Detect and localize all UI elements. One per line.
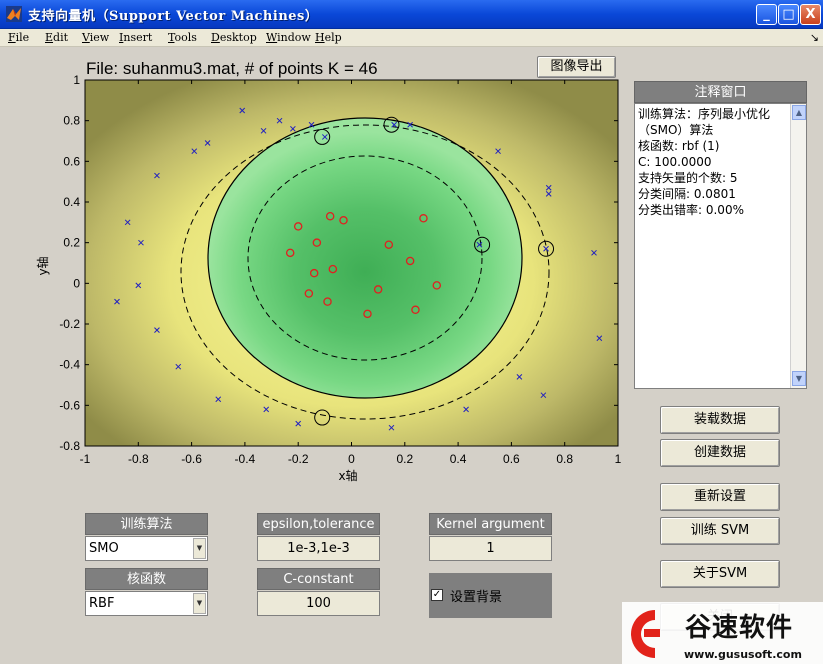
scroll-down-icon[interactable]: ▼: [792, 371, 806, 386]
y-tick-label: -0.4: [59, 358, 80, 372]
chevron-down-icon[interactable]: ▼: [193, 538, 206, 559]
annotation-line: 支持矢量的个数: 5: [638, 171, 738, 185]
annotation-line: 分类间隔: 0.0801: [638, 187, 736, 201]
scroll-up-icon[interactable]: ▲: [792, 105, 806, 120]
reset-button[interactable]: 重新设置: [660, 483, 780, 511]
algorithm-value: SMO: [89, 541, 119, 556]
annotation-scrollbar[interactable]: ▲ ▼: [790, 104, 806, 388]
epsilon-label: epsilon,tolerance: [257, 513, 380, 535]
y-axis-label: y轴: [35, 256, 50, 275]
create-data-button[interactable]: 创建数据: [660, 439, 780, 467]
plot-title: File: suhanmu3.mat, # of points K = 46: [86, 59, 378, 78]
kernel-select[interactable]: RBF ▼: [85, 591, 208, 616]
load-data-button[interactable]: 装载数据: [660, 406, 780, 434]
x-tick-label: 0.8: [556, 452, 573, 466]
kernel-argument-label: Kernel argument: [429, 513, 552, 535]
y-tick-label: 0.2: [63, 236, 80, 250]
chevron-down-icon[interactable]: ▼: [193, 593, 206, 614]
y-tick-label: -0.6: [59, 398, 80, 412]
about-svm-button[interactable]: 关于SVM: [660, 560, 780, 588]
kernel-argument-field[interactable]: 1: [429, 536, 552, 561]
x-tick-label: 0.6: [503, 452, 520, 466]
annotation-line: C: 100.0000: [638, 155, 712, 169]
x-tick-label: -0.4: [235, 452, 256, 466]
x-tick-label: -0.6: [181, 452, 202, 466]
plot-axes: -1 -0.8 -0.6 -0.4 -0.2 0 0.2 0.4 0.6 0.8 110.80.60…: [35, 73, 622, 483]
y-tick-label: 0.4: [63, 195, 80, 209]
annotation-line: 分类出错率: 0.00%: [638, 203, 744, 217]
x-tick-label: 1: [615, 452, 622, 466]
annotation-textbox[interactable]: 训练算法：序列最小优化 （SMO）算法 核函数: rbf (1) C: 100.…: [634, 103, 807, 389]
y-tick-label: 0.8: [63, 114, 80, 128]
watermark-url: www.gususoft.com: [684, 648, 802, 661]
annotation-header: 注释窗口: [634, 81, 807, 103]
x-tick-label: -0.8: [128, 452, 149, 466]
background-checkbox[interactable]: ✓: [431, 589, 443, 601]
kernel-value: RBF: [89, 596, 115, 611]
y-tick-label: -0.8: [59, 439, 80, 453]
y-tick-label: -0.2: [59, 317, 80, 331]
y-tick-label: 1: [73, 73, 80, 87]
train-svm-button[interactable]: 训练 SVM: [660, 517, 780, 545]
background-checkbox-label[interactable]: 设置背景: [450, 586, 502, 605]
matlab-figure-window: 支持向量机（Support Vector Machines） _ □ X Fil…: [0, 0, 823, 664]
x-tick-label: 0: [348, 452, 355, 466]
x-tick-label: -0.2: [288, 452, 309, 466]
x-tick-label: 0.2: [396, 452, 413, 466]
epsilon-field[interactable]: 1e-3,1e-3: [257, 536, 380, 561]
algorithm-label: 训练算法: [85, 513, 208, 535]
annotation-line: 核函数: rbf (1): [638, 139, 720, 153]
annotation-text: 训练算法：序列最小优化 （SMO）算法 核函数: rbf (1) C: 100.…: [638, 106, 790, 218]
algorithm-select[interactable]: SMO ▼: [85, 536, 208, 561]
watermark-text: 谷速软件: [685, 613, 794, 643]
annotation-line: （SMO）算法: [638, 123, 714, 137]
y-tick-label: 0.6: [63, 154, 80, 168]
y-tick-label: 0: [73, 276, 80, 290]
kernel-label: 核函数: [85, 568, 208, 590]
export-image-button[interactable]: 图像导出: [537, 56, 616, 78]
class-region: [207, 117, 523, 399]
x-axis-label: x轴: [338, 468, 357, 483]
c-constant-field[interactable]: 100: [257, 591, 380, 616]
x-tick-label: 0.4: [450, 452, 467, 466]
annotation-line: 训练算法：序列最小优化: [638, 107, 771, 121]
x-tick-label: -1: [80, 452, 91, 466]
c-constant-label: C-constant: [257, 568, 380, 590]
